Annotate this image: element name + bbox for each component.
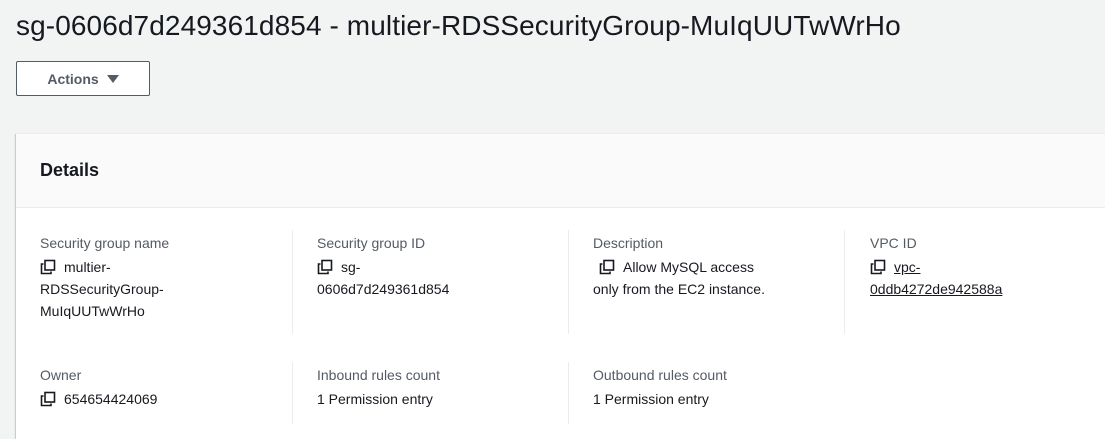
caret-down-icon bbox=[106, 75, 119, 83]
outbound-rules-count-value: 1 Permission entry bbox=[593, 391, 709, 407]
outbound-rules-count-field: Outbound rules count 1 Permission entry bbox=[593, 364, 833, 410]
security-group-id-value-line: 0606d7d249361d854 bbox=[317, 281, 450, 297]
outbound-rules-count-label: Outbound rules count bbox=[593, 367, 727, 383]
description-value-line: Allow MySQL access bbox=[623, 259, 754, 275]
security-group-name-label: Security group name bbox=[40, 235, 170, 251]
details-panel-header: Details bbox=[16, 134, 1105, 208]
actions-dropdown-button[interactable]: Actions bbox=[16, 61, 150, 96]
vpc-id-link[interactable]: 0ddb4272de942588a bbox=[870, 278, 1100, 300]
security-group-detail-page: sg-0606d7d249361d854 - multier-RDSSecuri… bbox=[0, 0, 1105, 439]
column-divider bbox=[568, 362, 569, 424]
column-divider bbox=[568, 230, 569, 334]
copy-icon[interactable] bbox=[317, 259, 333, 275]
copy-icon[interactable] bbox=[40, 391, 56, 407]
description-field: Description Allow MySQL access only from… bbox=[593, 232, 833, 300]
security-group-id-value-line: sg- bbox=[341, 259, 361, 275]
column-divider bbox=[292, 230, 293, 334]
security-group-id-label: Security group ID bbox=[317, 235, 426, 251]
inbound-rules-count-field: Inbound rules count 1 Permission entry bbox=[317, 364, 557, 410]
vpc-id-label: VPC ID bbox=[870, 235, 917, 251]
copy-icon[interactable] bbox=[599, 259, 615, 275]
description-value-line: only from the EC2 instance. bbox=[593, 281, 765, 297]
copy-icon[interactable] bbox=[40, 259, 56, 275]
inbound-rules-count-label: Inbound rules count bbox=[317, 367, 440, 383]
security-group-name-value-line: MuIqUUTwWrHo bbox=[40, 303, 145, 319]
vpc-id-link[interactable]: vpc- bbox=[894, 256, 920, 278]
details-panel: Details Security group name multier- RDS… bbox=[16, 133, 1105, 439]
column-divider bbox=[844, 230, 845, 334]
security-group-id-field: Security group ID sg- 0606d7d249361d854 bbox=[317, 232, 557, 300]
inbound-rules-count-value: 1 Permission entry bbox=[317, 391, 433, 407]
owner-field: Owner 654654424069 bbox=[40, 364, 280, 410]
copy-icon[interactable] bbox=[870, 259, 886, 275]
owner-value: 654654424069 bbox=[64, 391, 158, 407]
security-group-name-value-line: RDSSecurityGroup- bbox=[40, 281, 164, 297]
vpc-id-field: VPC ID vpc- 0ddb4272de942588a bbox=[870, 232, 1100, 300]
security-group-name-value-line: multier- bbox=[64, 259, 111, 275]
security-group-name-field: Security group name multier- RDSSecurity… bbox=[40, 232, 280, 322]
column-divider bbox=[292, 362, 293, 424]
actions-button-label: Actions bbox=[47, 70, 99, 87]
details-heading: Details bbox=[40, 160, 100, 180]
description-label: Description bbox=[593, 235, 664, 251]
page-title: sg-0606d7d249361d854 - multier-RDSSecuri… bbox=[16, 10, 901, 41]
owner-label: Owner bbox=[40, 367, 82, 383]
